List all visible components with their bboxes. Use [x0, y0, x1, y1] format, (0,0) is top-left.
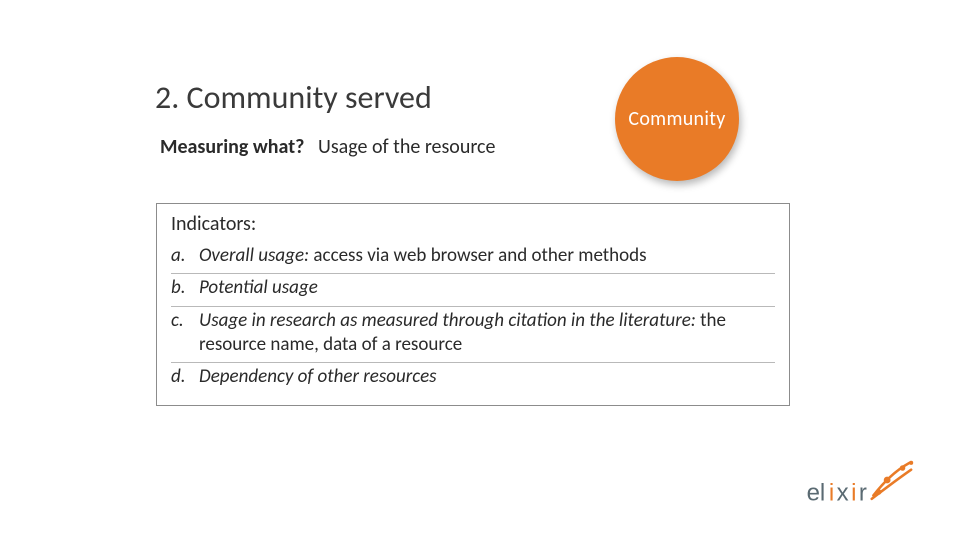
item-text: Potential usage	[199, 276, 318, 300]
measuring-value: Usage of the resource	[318, 135, 495, 159]
list-item: a. Overall usage: access via web browser…	[171, 242, 775, 274]
slide: 2. Community served Community Measuring …	[0, 0, 960, 540]
svg-text:el: el	[807, 480, 826, 507]
item-marker: b.	[171, 276, 199, 300]
svg-text:r: r	[859, 480, 867, 507]
slide-title: 2. Community served	[155, 78, 432, 117]
svg-text:i: i	[851, 480, 856, 507]
item-text: Dependency of other resources	[199, 365, 437, 389]
list-item: c. Usage in research as measured through…	[171, 307, 775, 364]
item-marker: d.	[171, 365, 199, 389]
elixir-logo: el i x i r	[798, 456, 918, 516]
measuring-label: Measuring what?	[160, 135, 304, 159]
svg-text:x: x	[837, 480, 849, 507]
community-badge: Community	[615, 57, 739, 181]
item-text: Overall usage: access via web browser an…	[199, 244, 647, 268]
item-marker: c.	[171, 309, 199, 358]
svg-text:i: i	[829, 480, 834, 507]
community-badge-label: Community	[628, 107, 725, 131]
list-item: d. Dependency of other resources	[171, 363, 775, 394]
list-item: b. Potential usage	[171, 274, 775, 306]
indicators-box: Indicators: a. Overall usage: access via…	[156, 203, 790, 406]
indicators-heading: Indicators:	[171, 212, 775, 236]
measuring-subtitle: Measuring what? Usage of the resource	[160, 135, 495, 159]
item-marker: a.	[171, 244, 199, 268]
indicators-list: a. Overall usage: access via web browser…	[171, 242, 775, 395]
item-text: Usage in research as measured through ci…	[199, 309, 775, 358]
